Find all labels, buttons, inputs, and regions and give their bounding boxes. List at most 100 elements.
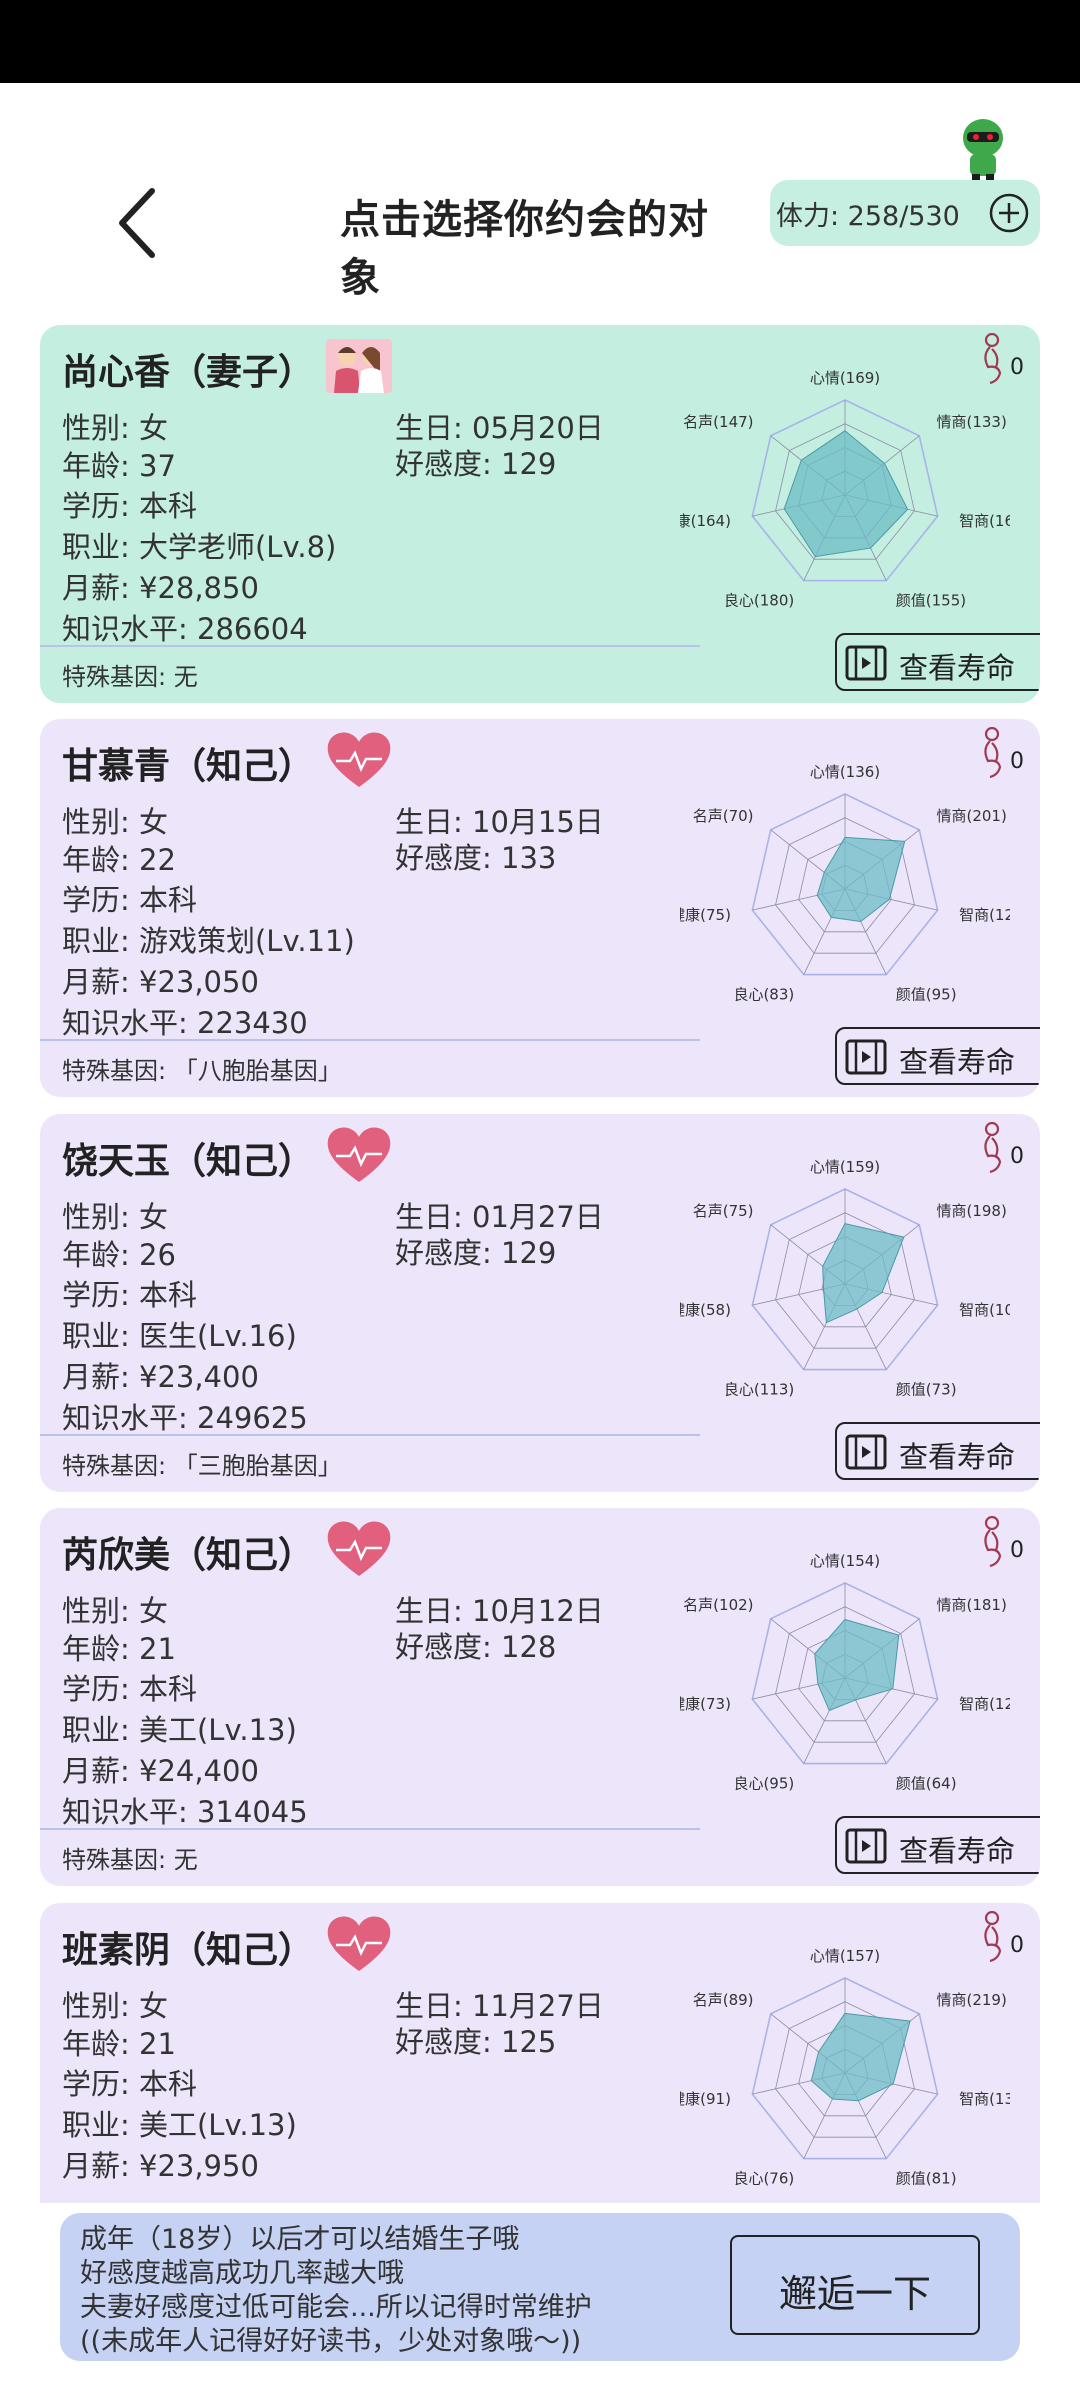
heart-icon [327,1127,391,1182]
partner-card[interactable]: 芮欣美（知己） 性别: 女 生日: 10月12日 年龄: 21 好感度: 128… [40,1508,1040,1886]
affection: 好感度: 129 [395,1236,557,1270]
gender: 性别: 女 [62,1594,168,1628]
radar-axis-label: 智商(169) [959,512,1010,530]
radar-axis-label: 心情(154) [810,1552,880,1570]
partner-name: 饶天玉（知己） [62,1141,315,1182]
radar-axis-label: 颜值(95) [896,985,957,1003]
radar-axis-label: 心情(169) [810,369,880,387]
heart-icon [327,1521,391,1576]
radar-data-area [810,2012,911,2102]
radar-axis-label: 良心(95) [733,1774,794,1792]
radar-axis-label: 智商(130) [959,2090,1010,2108]
special-gene: 特殊基因: 「八胞胎基因」 [62,1057,342,1085]
radar-axis-label: 颜值(64) [896,1774,957,1792]
age: 年龄: 22 [62,843,176,877]
gender: 性别: 女 [62,805,168,839]
radar-axis-label: 健康(164) [680,512,731,530]
salary: 月薪: ¥23,400 [62,1360,259,1394]
age: 年龄: 37 [62,449,176,483]
radar-axis-label: 名声(75) [693,1202,754,1220]
partner-card[interactable]: 甘慕青（知己） 性别: 女 生日: 10月15日 年龄: 22 好感度: 133… [40,719,1040,1097]
radar-axis-label: 名声(102) [683,1596,753,1614]
stamina-pill: 体力: 258/530 [770,180,1040,246]
age: 年龄: 21 [62,1632,176,1666]
encounter-button[interactable]: 邂逅一下 [730,2235,980,2335]
education: 学历: 本科 [62,2067,197,2101]
radar-axis-label: 良心(180) [724,591,794,609]
education: 学历: 本科 [62,489,197,523]
partner-card[interactable]: 尚心香（妻子） 性别: 女 生日: 05月20日 年龄: 37 好感度: 129… [40,325,1040,703]
affection: 好感度: 133 [395,841,557,875]
radar-axis-label: 情商(181) [936,1596,1006,1614]
radar-axis-label: 健康(58) [680,1301,731,1319]
radar-axis-label: 情商(201) [936,807,1006,825]
special-gene: 特殊基因: 无 [62,663,198,691]
radar-axis-label: 健康(73) [680,1695,731,1713]
stats-radar-chart: 心情(157) 情商(219) 智商(130) 颜值(81) 良心(76) 健康(91) 名… [680,1947,1010,2187]
page-title: 点击选择你约会的对象 [340,197,709,301]
radar-axis-label: 心情(136) [810,763,880,781]
salary: 月薪: ¥24,400 [62,1754,259,1788]
job: 职业: 游戏策划(Lv.11) [62,924,355,958]
radar-axis-label: 名声(147) [683,413,753,431]
job: 职业: 大学老师(Lv.8) [62,530,337,564]
stamina-label: 体力: 258/530 [776,201,960,232]
pregnancy-count: 0 [1010,355,1024,380]
radar-data-area [822,1223,905,1324]
radar-axis-label: 心情(159) [810,1158,880,1176]
salary: 月薪: ¥28,850 [62,571,259,605]
divider [40,1828,700,1830]
radar-axis-label: 智商(129) [959,1695,1010,1713]
radar-data-area [783,430,909,558]
special-gene: 特殊基因: 「三胞胎基因」 [62,1452,342,1480]
pregnancy-count: 0 [1010,1538,1024,1563]
divider [40,1039,700,1041]
heart-icon [327,732,391,787]
radar-axis-label: 智商(120) [959,906,1010,924]
radar-axis-label: 良心(113) [724,1380,794,1398]
job: 职业: 医生(Lv.16) [62,1319,297,1353]
heart-icon [327,1916,391,1971]
pregnancy-count: 0 [1010,1144,1024,1169]
education: 学历: 本科 [62,883,197,917]
radar-axis-label: 情商(198) [936,1202,1006,1220]
partner-card[interactable]: 饶天玉（知己） 性别: 女 生日: 01月27日 年龄: 26 好感度: 129… [40,1114,1040,1492]
stats-radar-chart: 心情(159) 情商(198) 智商(100) 颜值(73) 良心(113) 健康(58)… [680,1158,1010,1398]
knowledge: 知识水平: 223430 [62,1006,308,1040]
knowledge: 知识水平: 314045 [62,1795,308,1829]
age: 年龄: 26 [62,1238,176,1272]
partner-name: 芮欣美（知己） [62,1535,315,1576]
mascot-icon [963,119,1003,182]
radar-axis-label: 名声(89) [693,1991,754,2009]
gender: 性别: 女 [62,1200,168,1234]
radar-axis-label: 心情(157) [810,1947,880,1965]
radar-axis-label: 颜值(155) [896,591,966,609]
radar-axis-label: 名声(70) [693,807,754,825]
couple-icon [326,339,392,393]
radar-axis-label: 情商(219) [936,1991,1006,2009]
status-bar [0,0,1080,83]
pregnancy-count: 0 [1010,749,1024,774]
education: 学历: 本科 [62,1278,197,1312]
back-arrow-icon[interactable] [110,183,170,263]
radar-axis-label: 情商(133) [936,413,1006,431]
stats-radar-chart: 心情(154) 情商(181) 智商(129) 颜值(64) 良心(95) 健康(73) 名… [680,1552,1010,1792]
radar-axis-label: 智商(100) [959,1301,1010,1319]
job: 职业: 美工(Lv.13) [62,2108,297,2142]
partner-name: 甘慕青（知己） [62,746,315,787]
age: 年龄: 21 [62,2027,176,2061]
gender: 性别: 女 [62,1989,168,2023]
gender: 性别: 女 [62,411,168,445]
radar-data-area [816,836,906,923]
pregnancy-count: 0 [1010,1933,1024,1958]
stats-radar-chart: 心情(169) 情商(133) 智商(169) 颜值(155) 良心(180) 健康(16… [680,369,1010,609]
partner-name: 班素阴（知己） [62,1930,315,1971]
affection: 好感度: 129 [395,447,557,481]
salary: 月薪: ¥23,950 [62,2149,259,2183]
radar-axis-label: 良心(83) [733,985,794,1003]
radar-axis-label: 健康(75) [680,906,731,924]
radar-axis-label: 健康(91) [680,2090,731,2108]
tip-line: ((未成年人记得好好读书，少处对象哦～)) [80,2326,582,2357]
add-stamina-button[interactable] [988,192,1030,234]
partner-card[interactable]: 班素阴（知己） 性别: 女 生日: 11月27日 年龄: 21 好感度: 125… [40,1903,1040,2203]
